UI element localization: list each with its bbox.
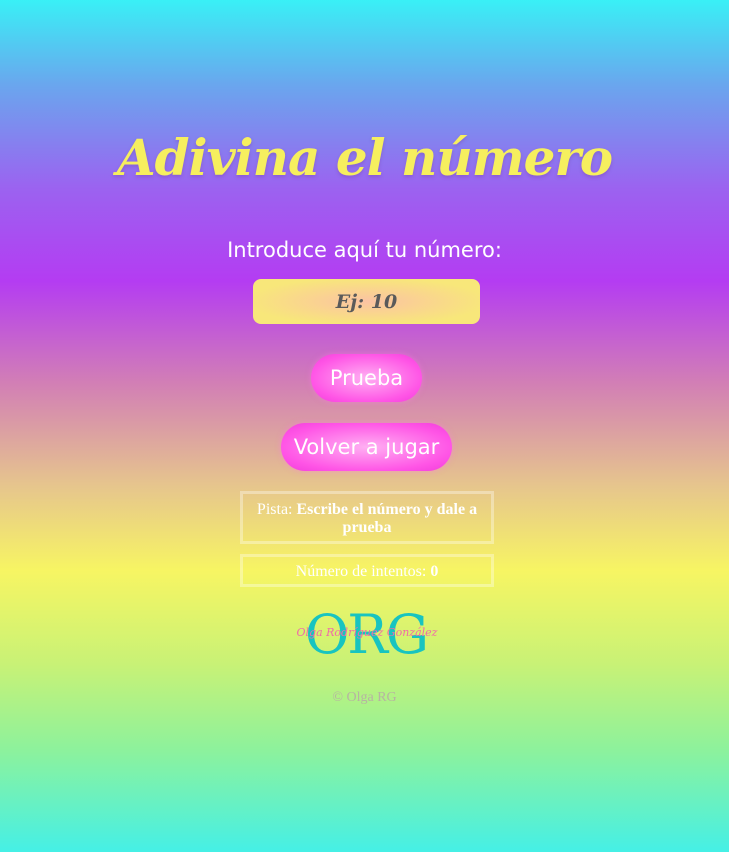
hint-label: Pista: — [256, 501, 293, 518]
number-input[interactable] — [253, 279, 480, 324]
attempts-count: 0 — [430, 563, 439, 580]
logo-script: Olga Rodríguez González — [296, 626, 438, 639]
page-title: Adivina el número — [116, 128, 613, 187]
logo: ORG Olga Rodríguez González — [296, 606, 438, 664]
number-input-label: Introduce aquí tu número: — [227, 238, 502, 262]
footer-copyright: © Olga RG — [332, 690, 397, 705]
play-again-button[interactable]: Volver a jugar — [281, 423, 452, 471]
attempts-box: Número de intentos: 0 — [240, 554, 494, 587]
hint-box: Pista: Escribe el número y dale a prueba — [240, 491, 494, 544]
check-button[interactable]: Prueba — [311, 354, 422, 402]
attempts-label: Número de intentos: — [295, 563, 427, 580]
hint-message: Escribe el número y dale a prueba — [296, 501, 478, 536]
